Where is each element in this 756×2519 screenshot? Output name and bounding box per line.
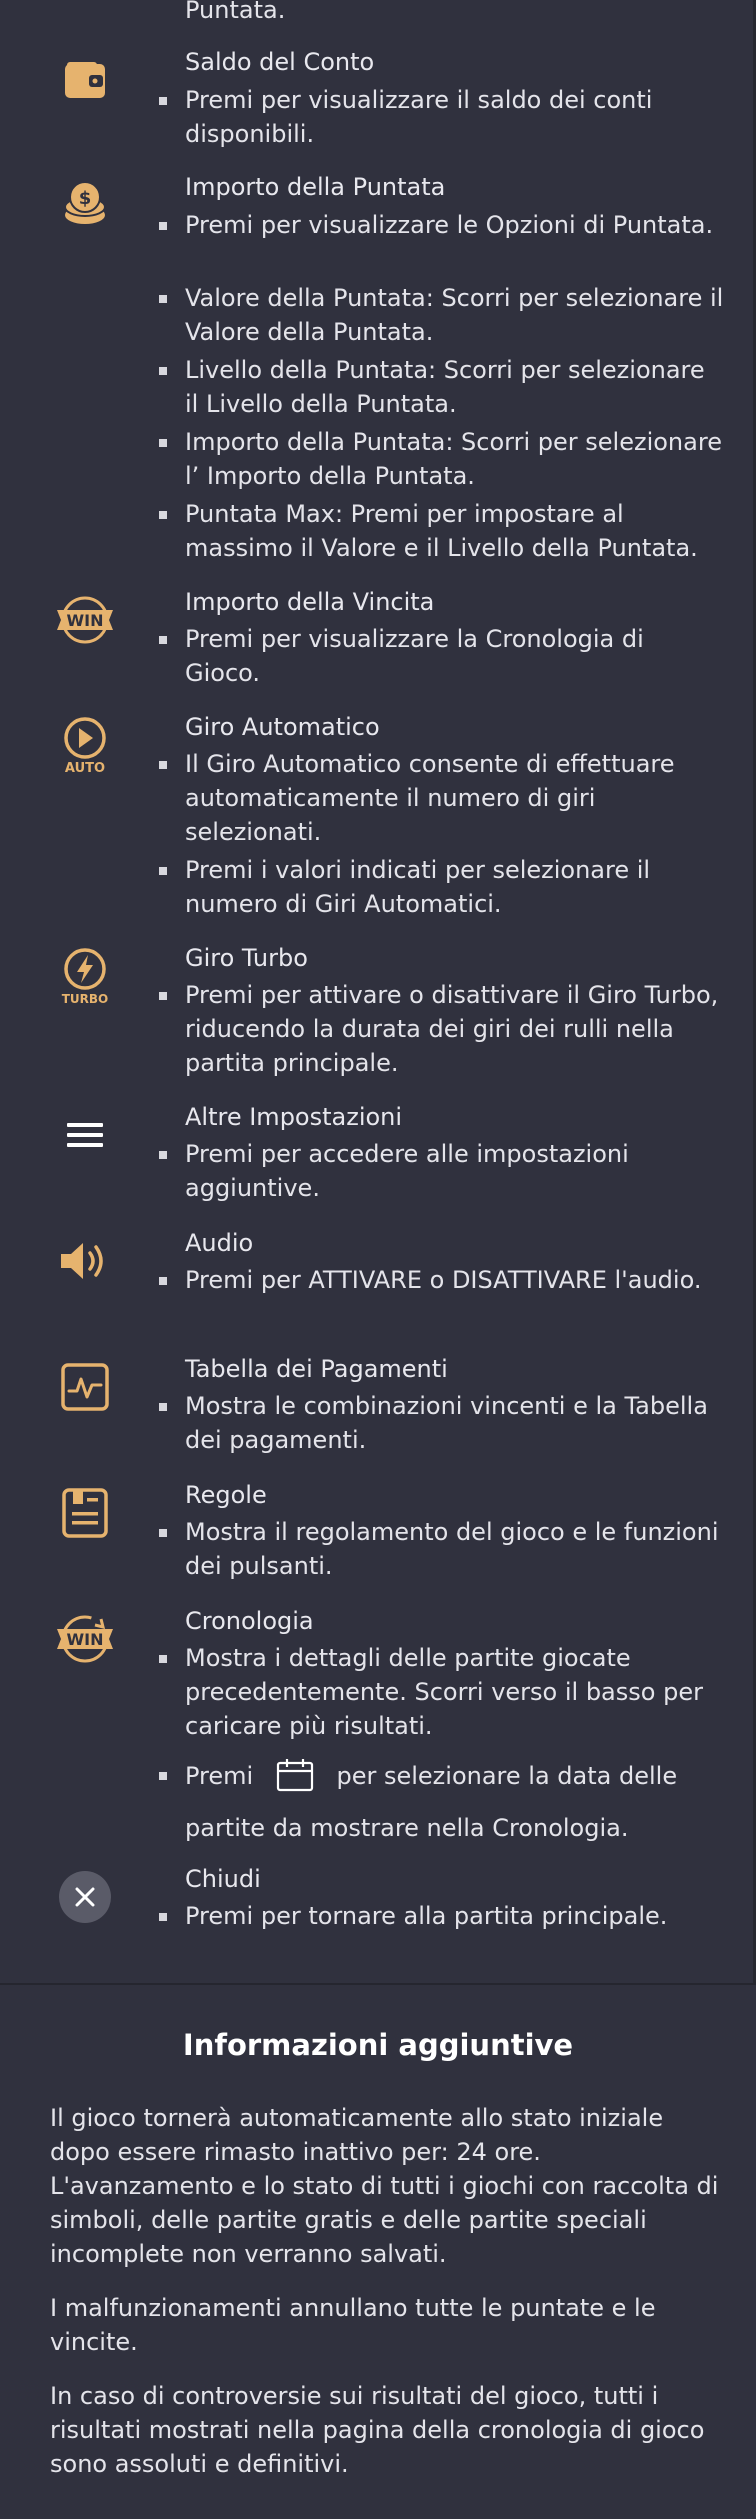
list-item: Importo della Puntata: Scorri per selezi… <box>159 425 725 493</box>
list-item: Mostra il regolamento del gioco e le fun… <box>159 1515 725 1583</box>
section-divider <box>0 1983 756 1985</box>
list-item: Premi per visualizzare il saldo dei cont… <box>159 83 725 151</box>
calendar-before-text: Premi <box>185 1762 254 1790</box>
bullet-text: partite da mostrare nella Cronologia. <box>185 1814 629 1842</box>
speaker-icon <box>50 1226 120 1296</box>
list-item: Premi per attivare o disattivare il Giro… <box>159 978 725 1080</box>
auto-play-icon: AUTO <box>50 710 120 780</box>
list-item: Premi per tornare alla partita principal… <box>159 1899 725 1933</box>
svg-text:$: $ <box>79 188 92 209</box>
section-title: Importo della Puntata <box>185 173 446 201</box>
bullet-text: Importo della Puntata: Scorri per selezi… <box>185 428 722 490</box>
list-item: Valore della Puntata: Scorri per selezio… <box>159 281 725 349</box>
bullet-text: Livello della Puntata: Scorri per selezi… <box>185 356 705 418</box>
bullet-text: Premi per attivare o disattivare il Giro… <box>185 981 719 1077</box>
list-item: Premi per ATTIVARE o DISATTIVARE l'audio… <box>159 1263 725 1297</box>
bullet-text: Il Giro Automatico consente di effettuar… <box>185 750 675 846</box>
list-item: Premi per visualizzare la Cronologia di … <box>159 622 725 690</box>
bullet-text: Mostra le combinazioni vincenti e la Tab… <box>185 1392 708 1454</box>
bullet-text: Premi per ATTIVARE o DISATTIVARE l'audio… <box>185 1266 702 1294</box>
rules-icon <box>50 1478 120 1548</box>
bullet-text: Premi per selezionare la data delle <box>185 1758 725 1801</box>
menu-icon <box>50 1100 120 1170</box>
info-paragraph: Il gioco tornerà automaticamente allo st… <box>50 2104 719 2268</box>
bullet-text: Premi per tornare alla partita principal… <box>185 1902 668 1930</box>
section-title: Giro Automatico <box>185 713 380 741</box>
list-item: Il Giro Automatico consente di effettuar… <box>159 747 725 849</box>
svg-text:WIN: WIN <box>67 611 104 630</box>
list-item: Premi per accedere alle impostazioni agg… <box>159 1137 725 1205</box>
bullet-text: Premi per visualizzare la Cronologia di … <box>185 625 644 687</box>
list-item: Puntata Max: Premi per impostare al mass… <box>159 497 725 565</box>
bullet-text: Premi per visualizzare le Opzioni di Pun… <box>185 211 714 239</box>
list-item: Premi i valori indicati per selezionare … <box>159 853 725 921</box>
section-title: Altre Impostazioni <box>185 1103 403 1131</box>
section-title: Saldo del Conto <box>185 48 375 76</box>
section-title: Audio <box>185 1229 254 1257</box>
list-item: Livello della Puntata: Scorri per selezi… <box>159 353 725 421</box>
bullet-text: Valore della Puntata: Scorri per selezio… <box>185 284 724 346</box>
bullet-text: Puntata. <box>185 0 286 24</box>
close-icon <box>50 1862 120 1932</box>
list-item: Mostra i dettagli delle partite giocate … <box>159 1641 725 1743</box>
bullet-text: Mostra i dettagli delle partite giocate … <box>185 1644 703 1740</box>
paytable-icon <box>50 1352 120 1422</box>
info-paragraph: In caso di controversie sui risultati de… <box>50 2382 705 2478</box>
section-title: Cronologia <box>185 1607 314 1635</box>
section-title: Importo della Vincita <box>185 588 435 616</box>
svg-text:AUTO: AUTO <box>65 761 105 776</box>
bullet-text: Premi i valori indicati per selezionare … <box>185 856 651 918</box>
list-item: Puntata. <box>185 0 725 27</box>
info-paragraph: I malfunzionamenti annullano tutte le pu… <box>50 2294 656 2356</box>
wallet-icon <box>50 45 120 115</box>
list-item: Premi per selezionare la data delle <box>159 1758 725 1801</box>
bullet-text: Premi per visualizzare il saldo dei cont… <box>185 86 653 148</box>
coins-icon: $ <box>50 170 120 240</box>
win-badge-icon: WIN <box>50 585 120 655</box>
bullet-text: Puntata Max: Premi per impostare al mass… <box>185 500 698 562</box>
bullet-text: Premi per accedere alle impostazioni agg… <box>185 1140 629 1202</box>
list-item: Premi per visualizzare le Opzioni di Pun… <box>159 208 725 242</box>
turbo-icon: TURBO <box>50 941 120 1011</box>
section-title: Chiudi <box>185 1865 261 1893</box>
help-page: Puntata. Saldo del Conto Premi per visua… <box>0 0 756 2519</box>
bullet-text: Mostra il regolamento del gioco e le fun… <box>185 1518 719 1580</box>
calendar-icon <box>275 1758 315 1801</box>
svg-text:TURBO: TURBO <box>62 992 109 1006</box>
info-title: Informazioni aggiuntive <box>182 2028 574 2062</box>
history-win-icon: WIN <box>50 1604 120 1674</box>
calendar-after-text: per selezionare la data delle <box>336 1762 678 1790</box>
section-title: Regole <box>185 1481 267 1509</box>
section-title: Tabella dei Pagamenti <box>185 1355 448 1383</box>
section-title: Giro Turbo <box>185 944 308 972</box>
list-item-continued: partite da mostrare nella Cronologia. <box>185 1811 725 1845</box>
svg-text:WIN: WIN <box>67 1630 104 1649</box>
list-item: Mostra le combinazioni vincenti e la Tab… <box>159 1389 725 1457</box>
